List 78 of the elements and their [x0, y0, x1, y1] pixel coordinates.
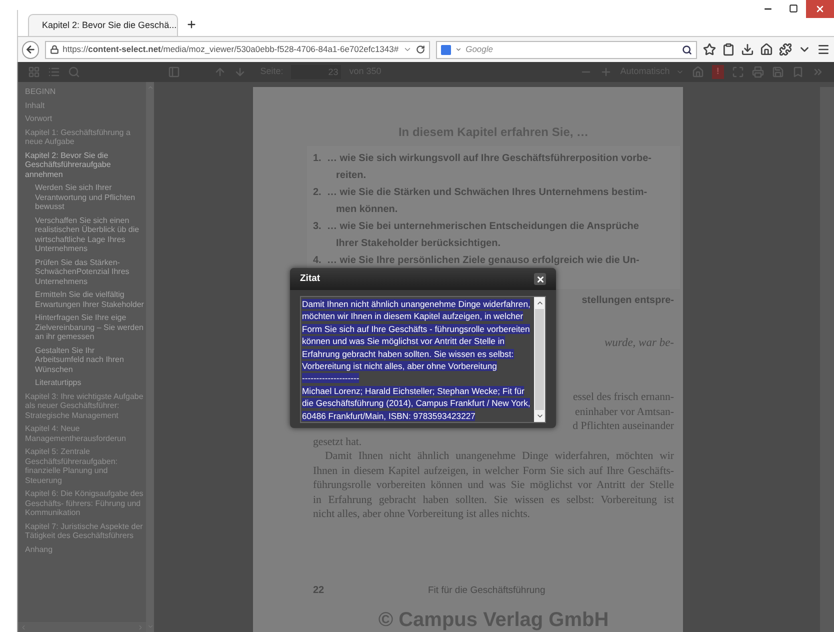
bookmark-icon[interactable] — [792, 66, 804, 78]
print-icon[interactable] — [752, 66, 764, 78]
url-text: https://content-select.net/media/moz_viewer/530a0ebb-f528-4706-84a1-6e702efc1343# — [62, 43, 399, 56]
new-tab-icon[interactable] — [186, 19, 197, 30]
scroll-left-icon[interactable] — [20, 624, 27, 630]
scroll-up-icon[interactable] — [536, 299, 544, 307]
dialog-title: Zitat — [300, 272, 320, 286]
list-number: 4. — [313, 254, 322, 268]
outline-item[interactable]: Kapitel 5: Zentrale Geschäftsführeraufgaben: finanzielle Planung und Steuerung — [25, 447, 145, 485]
bookmark-star-icon[interactable] — [703, 43, 716, 56]
search-icon[interactable] — [682, 44, 692, 54]
outline-item[interactable]: Anhang — [25, 544, 145, 554]
quote-text: Damit Ihnen nicht ähnlich unangenehme Dinge widerfahren, möchten wir Ihnen in diesem Kapitel aufzeigen, in welcher Form Sie sich auf Ihre Geschäfts - führungsrolle vorbereiten können und was Sie möglichst vor Antritt der Stelle in Erfahrung gebracht haben sollten. Sie wissen es selbst: Vorbereitung ist nicht alles, aber ohne Vorbereitung — [302, 298, 532, 372]
list-text: … wie Sie Ihre persönlichen Ziele genauso erfolgreich wie die Un- — [327, 254, 640, 268]
outline-item[interactable]: Kapitel 2: Bevor Sie die Geschäftsführeraufgabe annehmen — [25, 150, 145, 179]
scrollbar-thumb[interactable] — [535, 309, 544, 410]
close-icon — [536, 274, 544, 284]
back-button[interactable] — [22, 40, 39, 58]
citation-text: Michael Lorenz; Harald Eichsteller; Stephan Wecke; Fit für die Geschäftsführung (2014), Campus Frankfurt / New York, 60486 Frankfurt/Main, ISBN: 9783593423227 — [302, 384, 532, 422]
outline-item[interactable]: Vorwort — [25, 114, 145, 124]
outline-item[interactable]: Hinterfragen Sie Ihre eige Zielvereinbarung – Sie werden an ihr gemessen — [25, 313, 145, 342]
alert-button[interactable]: ! — [712, 65, 724, 79]
close-window-button[interactable] — [806, 0, 834, 18]
search-engine-icon[interactable] — [440, 44, 451, 54]
download-icon[interactable] — [741, 43, 754, 56]
outline-item[interactable]: Gestalten Sie Ihr Arbeitsumfeld nach Ihren Wünschen — [25, 346, 145, 374]
reload-icon[interactable] — [416, 45, 425, 54]
list-text: … wie Sie sich wirkungsvoll auf Ihre Geschäftsführerposition vorbe- — [327, 152, 652, 166]
scroll-right-icon[interactable] — [137, 624, 144, 630]
caret-icon — [676, 68, 684, 76]
scroll-down-icon[interactable] — [536, 412, 544, 420]
browser-tab[interactable]: Kapitel 2: Bevor Sie die Geschä... — [28, 14, 178, 36]
previous-page-icon[interactable] — [214, 66, 226, 78]
list-number: 2. — [313, 186, 322, 200]
list-number: 1. — [313, 152, 322, 166]
outline-item[interactable]: Inhalt — [25, 100, 145, 110]
outline-item[interactable]: Ermitteln Sie die vielfältig Erwartungen Ihrer Stakeholder — [25, 290, 145, 309]
close-button[interactable] — [534, 273, 546, 285]
list-number: 3. — [313, 220, 322, 234]
lock-icon — [50, 45, 59, 54]
close-icon — [815, 4, 825, 14]
thumbnails-icon[interactable] — [28, 66, 40, 78]
outline-item[interactable]: Werden Sie sich Ihrer Verantwortung und Pflichten bewusst — [25, 183, 145, 212]
outline-item[interactable]: Prüfen Sie das Stärken-SchwächenPotenzial Ihres Unternehmens — [25, 258, 145, 286]
textarea-scrollbar[interactable] — [534, 297, 545, 422]
outline-item[interactable]: Kapitel 3: Ihre wichtigste Aufgabe als neuer Geschäftsführer: Strategische Management — [25, 392, 145, 420]
outline-item[interactable]: Literaturtipps — [25, 378, 145, 388]
list-text: reiten. — [335, 169, 368, 183]
next-page-icon[interactable] — [234, 66, 246, 78]
list-text: men können. — [335, 203, 399, 217]
puzzle-icon[interactable] — [779, 43, 792, 56]
clipboard-icon[interactable] — [722, 43, 735, 56]
tab-title: Kapitel 2: Bevor Sie die Geschä... — [42, 18, 177, 32]
outline-item[interactable]: Verschaffen Sie sich einen realistischen Überblick üb die wirtschaftliche Lage Ihres Unternehmens — [25, 216, 145, 254]
save-icon[interactable] — [772, 66, 784, 78]
menu-icon[interactable] — [817, 43, 830, 56]
outline-item[interactable]: Kapitel 6: Die Königsaufgabe des Geschäfts- führers: Führung und Kommunikation — [25, 489, 145, 518]
list-text: … wie Sie die Stärken und Schwächen Ihres Unternehmens bestim- — [327, 186, 648, 200]
fullscreen-icon[interactable] — [732, 66, 744, 78]
more-tools-icon[interactable] — [812, 66, 824, 78]
dropdown-icon[interactable] — [402, 45, 412, 54]
list-text: … wie Sie bei unternehmerischen Entscheidungen die Ansprüche — [327, 220, 639, 234]
outline-item[interactable]: BEGINN — [25, 87, 145, 96]
outline-item[interactable]: Kapitel 4: Neue Managementherausforderun — [25, 424, 145, 443]
horizontal-scrollbar[interactable] — [18, 622, 146, 632]
back-arrow-icon — [24, 44, 36, 55]
outline-item[interactable]: Kapitel 1: Geschäftsführung a neue Aufgabe — [25, 128, 145, 146]
maximize-icon[interactable] — [789, 4, 798, 13]
search-field[interactable]: Google — [436, 40, 697, 58]
outline-item[interactable]: Kapitel 7: Juristische Aspekte der Tätigkeit des Geschäftsführers — [25, 522, 145, 540]
caret-icon[interactable] — [454, 46, 462, 53]
zoom-in-icon[interactable] — [600, 66, 612, 78]
address-bar[interactable]: https://content-select.net/media/moz_viewer/530a0ebb-f528-4706-84a1-6e702efc1343# — [44, 40, 430, 58]
search-input[interactable]: Google — [466, 43, 678, 56]
quote-textarea[interactable] — [300, 296, 546, 423]
home-icon[interactable] — [760, 43, 773, 56]
sidebar-toggle-icon[interactable] — [168, 66, 180, 78]
list-text: Ihrer Stakeholder berücksichtigen. — [335, 237, 502, 251]
